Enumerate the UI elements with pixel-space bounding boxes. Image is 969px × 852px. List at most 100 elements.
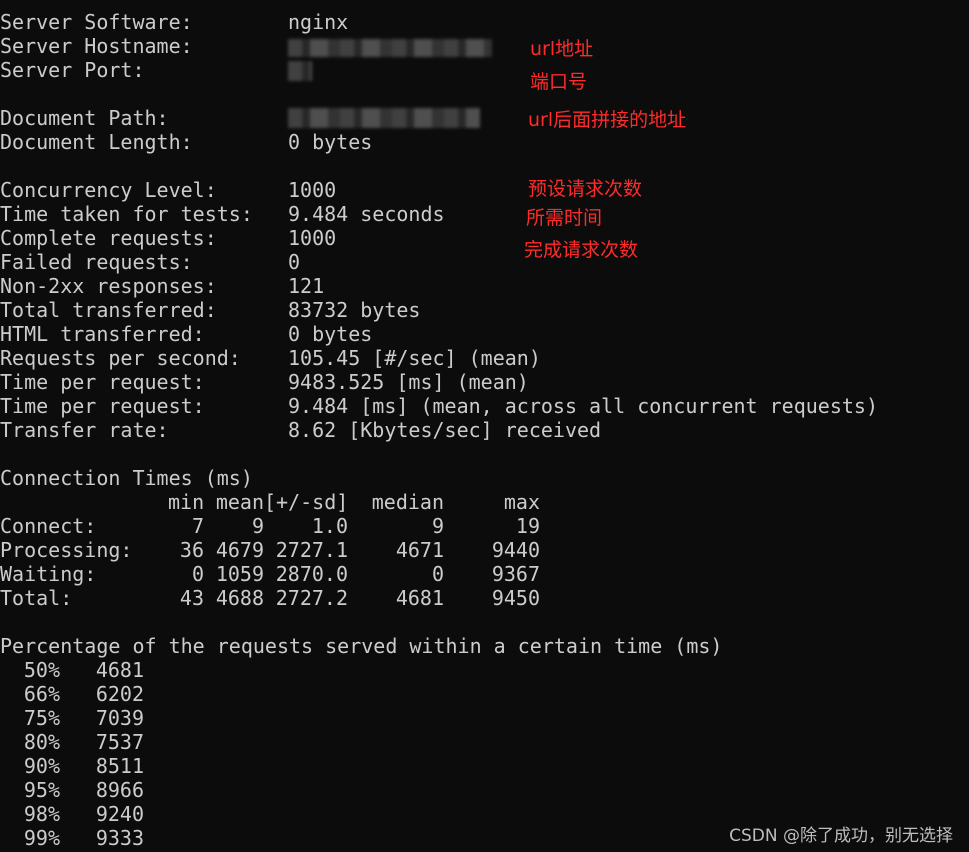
stat-label: Server Hostname: — [0, 34, 193, 58]
percentile-row: 66% 6202 — [0, 682, 969, 706]
stat-value: 121 — [288, 274, 325, 298]
stat-line: Requests per second: 105.45 [#/sec] (mean… — [0, 346, 969, 370]
stat-label: Complete requests: — [0, 226, 217, 250]
connection-times-title: Connection Times (ms) — [0, 466, 253, 490]
cell-min: 43 — [179, 586, 204, 610]
annotation-path: url后面拼接的地址 — [528, 109, 687, 131]
cell-min: 36 — [179, 538, 204, 562]
cell-median: 4681 — [395, 586, 444, 610]
connection-row: Processing: 36 4679 2727.1 4671 9440 — [0, 538, 969, 562]
stat-value: nginx — [288, 10, 349, 34]
connection-header-row: min mean[+/-sd] median max — [0, 490, 969, 514]
connection-row: Waiting: 0 1059 2870.0 0 9367 — [0, 562, 969, 586]
stat-value: 9483.525 [ms] (mean) — [288, 370, 529, 394]
stat-line: Complete requests: 1000 — [0, 226, 969, 250]
stat-label: Server Software: — [0, 10, 193, 34]
stat-label: Server Port: — [0, 58, 145, 82]
percentile-row: 80% 7537 — [0, 730, 969, 754]
stat-label: Failed requests: — [0, 250, 193, 274]
percentile-label: 66% — [23, 682, 60, 706]
column-header: mean — [215, 490, 264, 514]
stat-line: Time per request: 9.484 [ms] (mean, acros… — [0, 394, 969, 418]
stat-label: Document Path: — [0, 106, 169, 130]
column-header: median — [371, 490, 444, 514]
connection-row: Connect: 7 9 1.0 9 19 — [0, 514, 969, 538]
percentile-value: 6202 — [95, 682, 144, 706]
stat-value: 9.484 seconds — [288, 202, 445, 226]
document-length-line: Document Length: 0 bytes — [0, 130, 969, 154]
column-header: [+/-sd] — [264, 490, 349, 514]
row-name: Total: — [0, 586, 73, 610]
stat-label: Time per request: — [0, 370, 205, 394]
percentile-label: 80% — [23, 730, 60, 754]
stat-line: HTML transferred: 0 bytes — [0, 322, 969, 346]
server-software-line: Server Software: nginx — [0, 10, 969, 34]
cell-max: 9367 — [491, 562, 540, 586]
percentile-row: 90% 8511 — [0, 754, 969, 778]
stat-label: Requests per second: — [0, 346, 241, 370]
percentile-label: 98% — [23, 802, 60, 826]
percentile-label: 75% — [23, 706, 60, 730]
redacted-document-path — [288, 108, 480, 128]
stat-label: HTML transferred: — [0, 322, 205, 346]
cell-median: 0 — [431, 562, 444, 586]
stat-value: 9.484 [ms] (mean, across all concurrent … — [288, 394, 879, 418]
server-port-line: Server Port: — [0, 58, 969, 82]
stat-value: 105.45 [#/sec] (mean) — [288, 346, 541, 370]
redacted-port — [288, 61, 312, 81]
cell-median: 9 — [431, 514, 444, 538]
stat-value: 1000 — [288, 226, 337, 250]
stat-label: Time taken for tests: — [0, 202, 253, 226]
cell-max: 9450 — [491, 586, 540, 610]
stat-value: 1000 — [288, 178, 337, 202]
redacted-hostname — [288, 39, 492, 57]
stat-line: Concurrency Level: 1000 — [0, 178, 969, 202]
row-name: Waiting: — [0, 562, 97, 586]
percentile-label: 90% — [23, 754, 60, 778]
stat-label: Time per request: — [0, 394, 205, 418]
cell-min: 7 — [191, 514, 204, 538]
stat-line: Total transferred: 83732 bytes — [0, 298, 969, 322]
percentile-value: 4681 — [95, 658, 144, 682]
percentile-value: 7039 — [95, 706, 144, 730]
stat-label: Non-2xx responses: — [0, 274, 217, 298]
stat-value: 83732 bytes — [288, 298, 421, 322]
annotation-complete: 完成请求次数 — [524, 239, 639, 261]
stat-line: Time taken for tests: 9.484 seconds — [0, 202, 969, 226]
annotation-concurrency: 预设请求次数 — [528, 178, 643, 200]
stat-label: Document Length: — [0, 130, 193, 154]
percentile-row: 75% 7039 — [0, 706, 969, 730]
annotation-port: 端口号 — [530, 71, 588, 93]
percentile-value: 9240 — [95, 802, 144, 826]
stat-value: 8.62 [Kbytes/sec] received — [288, 418, 602, 442]
stat-value: 0 bytes — [288, 130, 373, 154]
cell-sd: 1.0 — [311, 514, 348, 538]
cell-min: 0 — [191, 562, 204, 586]
percentile-row: 50% 4681 — [0, 658, 969, 682]
percentile-row: 95% 8966 — [0, 778, 969, 802]
row-name: Processing: — [0, 538, 133, 562]
percentile-value: 9333 — [95, 826, 144, 850]
stat-line: Transfer rate: 8.62 [Kbytes/sec] received — [0, 418, 969, 442]
percentile-value: 8966 — [95, 778, 144, 802]
row-name: Connect: — [0, 514, 97, 538]
percentile-label: 50% — [23, 658, 60, 682]
percentile-label: 95% — [23, 778, 60, 802]
percentile-title: Percentage of the requests served within… — [0, 634, 723, 658]
percentile-value: 7537 — [95, 730, 144, 754]
cell-mean: 4679 — [215, 538, 264, 562]
column-header: max — [503, 490, 540, 514]
stat-label: Total transferred: — [0, 298, 217, 322]
annotation-url: url地址 — [530, 38, 594, 60]
cell-median: 4671 — [395, 538, 444, 562]
terminal-window: { "server": [ {"label": "Server Software… — [0, 0, 969, 852]
cell-sd: 2727.2 — [275, 586, 348, 610]
cell-max: 19 — [515, 514, 540, 538]
stat-value: 0 — [288, 250, 301, 274]
cell-max: 9440 — [491, 538, 540, 562]
stat-line: Non-2xx responses: 121 — [0, 274, 969, 298]
